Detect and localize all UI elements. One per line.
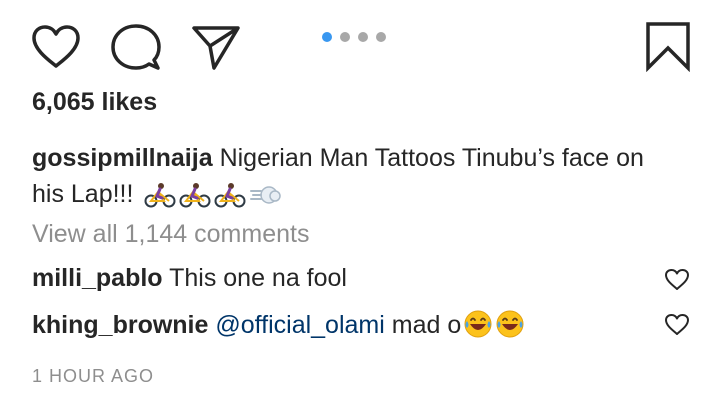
caption-emoji bbox=[144, 182, 282, 208]
carousel-dot[interactable] bbox=[376, 32, 386, 42]
laughing-tears-icon bbox=[496, 310, 524, 338]
heart-icon bbox=[32, 25, 80, 68]
caption-username[interactable]: gossipmillnaija bbox=[32, 144, 213, 172]
laughing-tears-icon bbox=[464, 310, 492, 338]
post-timestamp: 1 HOUR AGO bbox=[32, 366, 155, 386]
heart-icon bbox=[665, 269, 689, 290]
comment-like-button[interactable] bbox=[664, 313, 690, 337]
person-biking-icon bbox=[179, 183, 211, 208]
paper-plane-icon bbox=[192, 26, 240, 70]
comment-row: milli_pablo This one na fool bbox=[32, 264, 347, 293]
carousel-dot[interactable] bbox=[322, 32, 332, 42]
comment-icon bbox=[111, 24, 161, 70]
comment-row: khing_brownie @official_olami mad o bbox=[32, 309, 525, 340]
comment-username[interactable]: khing_brownie bbox=[32, 311, 208, 339]
comment-text: This one na fool bbox=[169, 264, 347, 292]
like-button[interactable] bbox=[30, 24, 82, 70]
share-button[interactable] bbox=[190, 22, 242, 72]
comment-text: mad o bbox=[391, 311, 462, 339]
person-biking-icon bbox=[144, 183, 176, 208]
heart-icon bbox=[665, 314, 689, 335]
carousel-dot[interactable] bbox=[358, 32, 368, 42]
view-all-comments-link[interactable]: View all 1,144 comments bbox=[32, 220, 309, 249]
dashing-away-icon bbox=[250, 186, 282, 205]
bookmark-icon bbox=[646, 22, 690, 72]
person-biking-icon bbox=[214, 183, 246, 208]
post-caption: gossipmillnaija Nigerian Man Tattoos Tin… bbox=[32, 140, 672, 212]
save-button[interactable] bbox=[644, 20, 692, 72]
carousel-dot[interactable] bbox=[340, 32, 350, 42]
comment-username[interactable]: milli_pablo bbox=[32, 264, 163, 292]
comment-button[interactable] bbox=[110, 22, 162, 72]
comment-mention[interactable]: @official_olami bbox=[215, 311, 384, 339]
carousel-indicator bbox=[322, 32, 386, 42]
likes-count[interactable]: 6,065 likes bbox=[32, 88, 157, 117]
comment-like-button[interactable] bbox=[664, 268, 690, 292]
